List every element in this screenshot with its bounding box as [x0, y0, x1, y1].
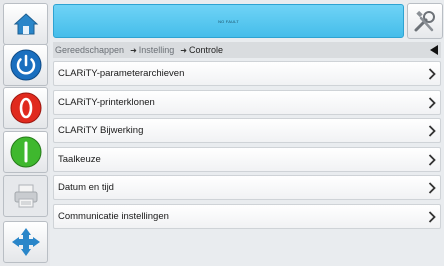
breadcrumb-arrow-icon: ➜: [130, 45, 137, 55]
home-button[interactable]: [3, 3, 48, 45]
stop-icon: [10, 92, 41, 124]
menu-item-label: Datum en tijd: [58, 182, 114, 194]
menu-item-date-time[interactable]: Datum en tijd: [53, 175, 441, 201]
menu-item-update[interactable]: CLARiTY Bijwerking: [53, 118, 441, 144]
back-arrow-icon[interactable]: [430, 45, 438, 55]
menu-item-label: CLARiTY-printerklonen: [58, 96, 155, 108]
menu-item-label: CLARiTY Bijwerking: [58, 125, 144, 137]
chevron-right-icon: [428, 211, 436, 223]
menu-item-label: Taalkeuze: [58, 153, 101, 165]
chevron-right-icon: [428, 125, 436, 137]
print-button[interactable]: [3, 175, 48, 217]
breadcrumb-middle[interactable]: Instelling: [139, 45, 175, 55]
tools-icon: [414, 10, 435, 32]
chevron-right-icon: [428, 154, 436, 166]
sidebar: [0, 0, 50, 266]
power-button[interactable]: [3, 44, 48, 86]
settings-menu: CLARiTY-parameterarchieven CLARiTY-print…: [53, 61, 441, 233]
breadcrumb-root[interactable]: Gereedschappen: [55, 45, 124, 55]
menu-item-communication[interactable]: Communicatie instellingen: [53, 203, 441, 229]
printer-icon: [14, 184, 37, 208]
breadcrumb-arrow-icon: ➜: [180, 45, 187, 55]
chevron-right-icon: [428, 96, 436, 109]
power-icon: [10, 49, 41, 81]
menu-item-label: Communicatie instellingen: [58, 210, 169, 222]
home-icon: [13, 13, 38, 35]
navigation-arrows-icon: [11, 228, 40, 256]
menu-item-label: CLARiTY-parameterarchieven: [58, 68, 185, 79]
navigation-button[interactable]: [3, 221, 48, 263]
menu-item-printer-clone[interactable]: CLARiTY-printerklonen: [53, 89, 441, 115]
breadcrumb-current: Controle: [189, 45, 224, 55]
chevron-right-icon: [428, 182, 436, 195]
menu-item-language[interactable]: Taalkeuze: [53, 146, 441, 172]
breadcrumb: Gereedschappen ➜ Instelling ➜ Controle: [53, 42, 441, 58]
start-icon: [10, 136, 41, 168]
menu-item-parameter-archives[interactable]: CLARiTY-parameterarchieven: [53, 61, 441, 86]
stop-button[interactable]: [3, 87, 48, 129]
start-button[interactable]: [3, 131, 48, 173]
status-text: NO FAULT: [218, 18, 239, 24]
chevron-right-icon: [428, 68, 436, 80]
status-bar[interactable]: NO FAULT: [53, 4, 404, 38]
tools-button[interactable]: [407, 3, 443, 39]
